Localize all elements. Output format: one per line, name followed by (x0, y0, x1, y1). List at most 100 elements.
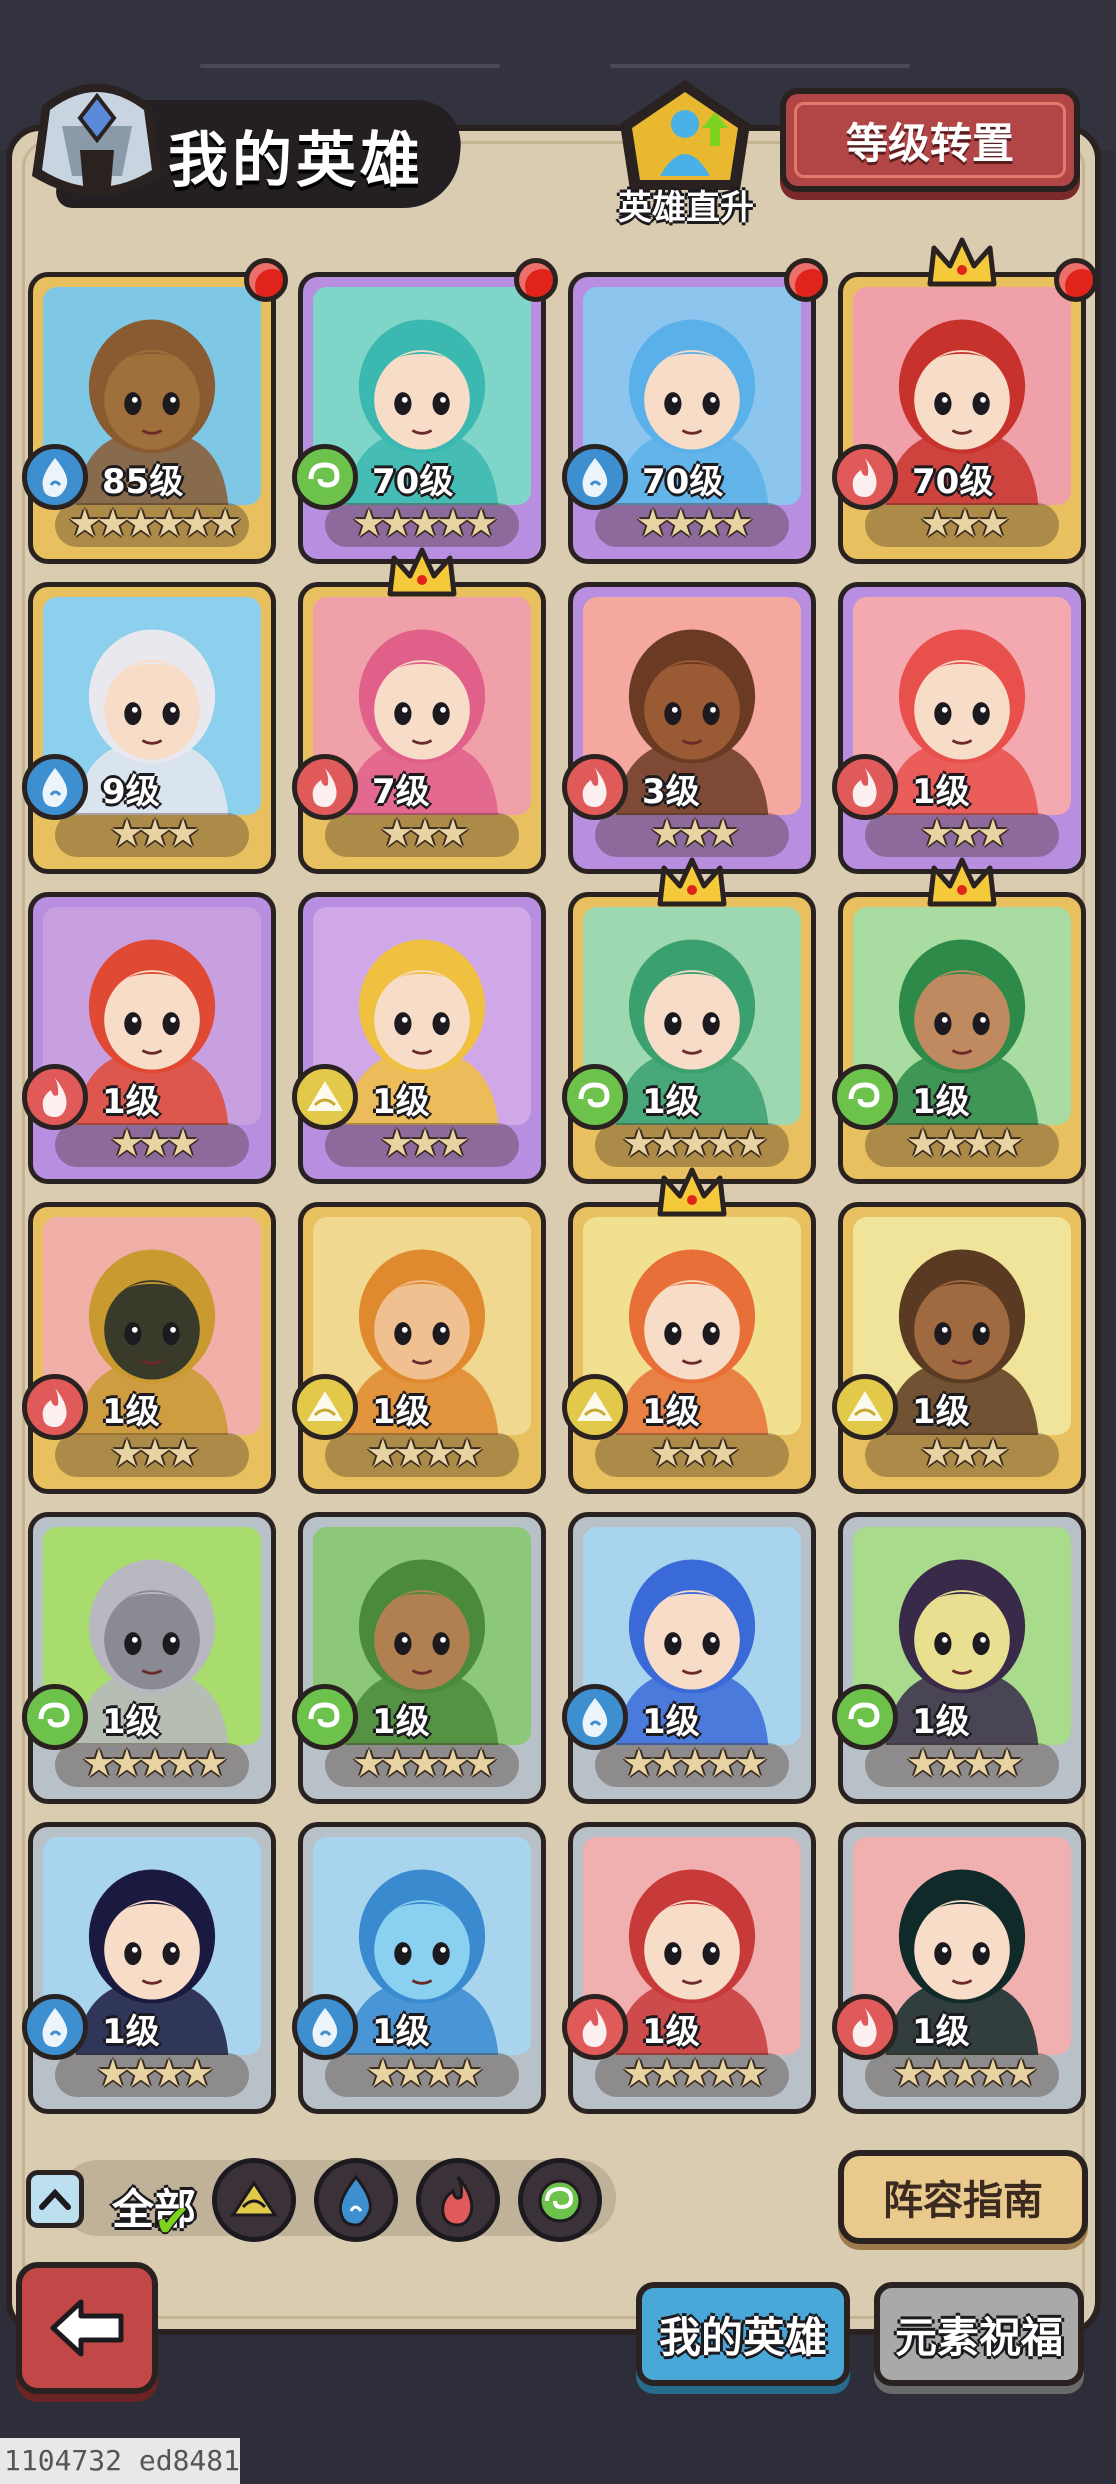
hero-card[interactable]: ★★★★ 1级 (832, 857, 1086, 1184)
fire-icon (582, 2008, 607, 2047)
hero-level: 7级 (372, 772, 430, 812)
filter-water-button[interactable] (314, 2158, 398, 2242)
hero-stars: ★★★★★ (351, 1741, 498, 1785)
hero-card[interactable]: ★★★★★ 1级 (562, 857, 816, 1184)
lineup-guide-button[interactable]: 阵容指南 (838, 2150, 1088, 2244)
water-icon (42, 458, 68, 497)
hero-card[interactable]: ★★★★★ 1级 (562, 1822, 816, 2114)
hero-card-frame: ★★★★★ (28, 1512, 276, 1804)
build-id-text: 1104732 ed8481 (0, 2438, 240, 2484)
hero-card[interactable]: ★★★★ 1级 (292, 1202, 546, 1494)
hero-card-frame: ★★★★★ (568, 1512, 816, 1804)
hero-card-frame: ★★★ (568, 582, 816, 874)
hero-level: 1级 (372, 2012, 430, 2052)
hero-card-frame: ★★★★ (838, 892, 1086, 1184)
fire-icon (42, 1388, 67, 1427)
hero-stars: ★★★★★ (621, 1741, 768, 1785)
hero-element-badge (832, 444, 898, 510)
back-button[interactable] (16, 2262, 158, 2394)
hero-element-badge (562, 1064, 628, 1130)
wind-icon (308, 1702, 340, 1728)
hero-element-badge (562, 444, 628, 510)
filter-wind-button[interactable] (518, 2158, 602, 2242)
hero-element-badge (562, 754, 628, 820)
hero-element-badge (562, 1374, 628, 1440)
crown-icon (657, 1167, 727, 1217)
hero-element-badge (292, 444, 358, 510)
collapse-toggle-button[interactable] (26, 2170, 84, 2228)
tab-my-heroes[interactable]: 我的英雄 (636, 2282, 850, 2386)
tab-element-blessing[interactable]: 元素祝福 (874, 2282, 1084, 2386)
wind-icon (848, 1702, 880, 1728)
hero-stars: ★★★ (109, 1431, 200, 1475)
wind-icon (308, 462, 340, 488)
hero-level: 1级 (912, 2012, 970, 2052)
notification-dot-icon (244, 258, 288, 302)
hero-stars: ★★★★★ (81, 1741, 228, 1785)
hero-element-badge (22, 444, 88, 510)
hero-card[interactable]: ★★★ 7级 (292, 547, 546, 874)
hero-card[interactable]: ★★★★ 1级 (832, 1512, 1086, 1804)
earth-icon (847, 1391, 883, 1421)
hero-card-frame: ★★★★★ (568, 1822, 816, 2114)
hero-card[interactable]: ★★★★ 70级 (562, 258, 828, 564)
hero-card[interactable]: ★★★ 9级 (22, 582, 276, 874)
tab-element-blessing-label: 元素祝福 (894, 2312, 1063, 2362)
hero-card-frame: ★★★★★ (568, 892, 816, 1184)
level-transfer-button[interactable]: 等级转置 (780, 88, 1080, 192)
hero-card-frame: ★★★ (298, 892, 546, 1184)
hero-card[interactable]: ★★★ 1级 (292, 892, 546, 1184)
hero-card[interactable]: ★★★ 1级 (22, 1202, 276, 1494)
hero-level: 70级 (912, 462, 994, 502)
tab-my-heroes-label: 我的英雄 (658, 2312, 827, 2362)
hero-card[interactable]: ★★★ 1级 (562, 1167, 816, 1494)
water-icon (42, 2008, 68, 2047)
hero-card-frame: ★★★ (28, 892, 276, 1184)
hero-stars: ★★★★★ (621, 2051, 768, 2095)
hero-level: 1级 (912, 1082, 970, 1122)
hero-card[interactable]: ★★★ 1级 (22, 892, 276, 1184)
hero-element-badge (22, 1684, 88, 1750)
hero-level: 1级 (642, 2012, 700, 2052)
hero-card[interactable]: ★★★★★ 1级 (292, 1512, 546, 1804)
hero-stars: ★★★ (919, 501, 1010, 545)
hero-element-badge (292, 1684, 358, 1750)
crown-icon (927, 237, 997, 287)
hero-card[interactable]: ★★★ 3级 (562, 582, 816, 874)
hero-ascend-label[interactable]: 英雄直升 (602, 180, 770, 229)
earth-icon (307, 1081, 343, 1111)
hero-element-badge (292, 1064, 358, 1130)
water-icon (582, 458, 608, 497)
hero-card[interactable]: ★★★★★★ 85级 (22, 258, 288, 564)
hero-card[interactable]: ★★★ 1级 (832, 1202, 1086, 1494)
chevron-up-icon (39, 2188, 71, 2210)
hero-stars: ★★★ (109, 1121, 200, 1165)
hero-level: 9级 (102, 772, 160, 812)
hero-stars: ★★★ (649, 1431, 740, 1475)
hero-card[interactable]: ★★★ 1级 (832, 582, 1086, 874)
hero-element-badge (22, 1064, 88, 1130)
hero-element-badge (292, 1994, 358, 2060)
fire-icon (312, 768, 337, 807)
hero-card[interactable]: ★★★★★ 1级 (832, 1822, 1086, 2114)
fire-icon (582, 768, 607, 807)
hero-card[interactable]: ★★★ 70级 (832, 237, 1098, 564)
hero-stars: ★★★★★ (621, 1121, 768, 1165)
hero-stars: ★★★★ (905, 1121, 1024, 1165)
hero-element-badge (832, 1064, 898, 1130)
hero-card[interactable]: ★★★★ 1级 (292, 1822, 546, 2114)
hero-card[interactable]: ★★★★★ 1级 (22, 1512, 276, 1804)
fire-icon (441, 2176, 474, 2227)
hero-level: 1级 (102, 1082, 160, 1122)
hero-element-badge (562, 1994, 628, 2060)
hero-element-badge (22, 754, 88, 820)
hero-card[interactable]: ★★★★★ 70级 (292, 258, 558, 564)
hero-element-badge (22, 1374, 88, 1440)
hero-card-frame: ★★★ (838, 272, 1086, 564)
filter-fire-button[interactable] (416, 2158, 500, 2242)
hero-card[interactable]: ★★★★★ 1级 (562, 1512, 816, 1804)
hero-element-badge (22, 1994, 88, 2060)
hero-stars: ★★★★ (635, 501, 754, 545)
filter-earth-button[interactable] (212, 2158, 296, 2242)
hero-card[interactable]: ★★★★ 1级 (22, 1822, 276, 2114)
